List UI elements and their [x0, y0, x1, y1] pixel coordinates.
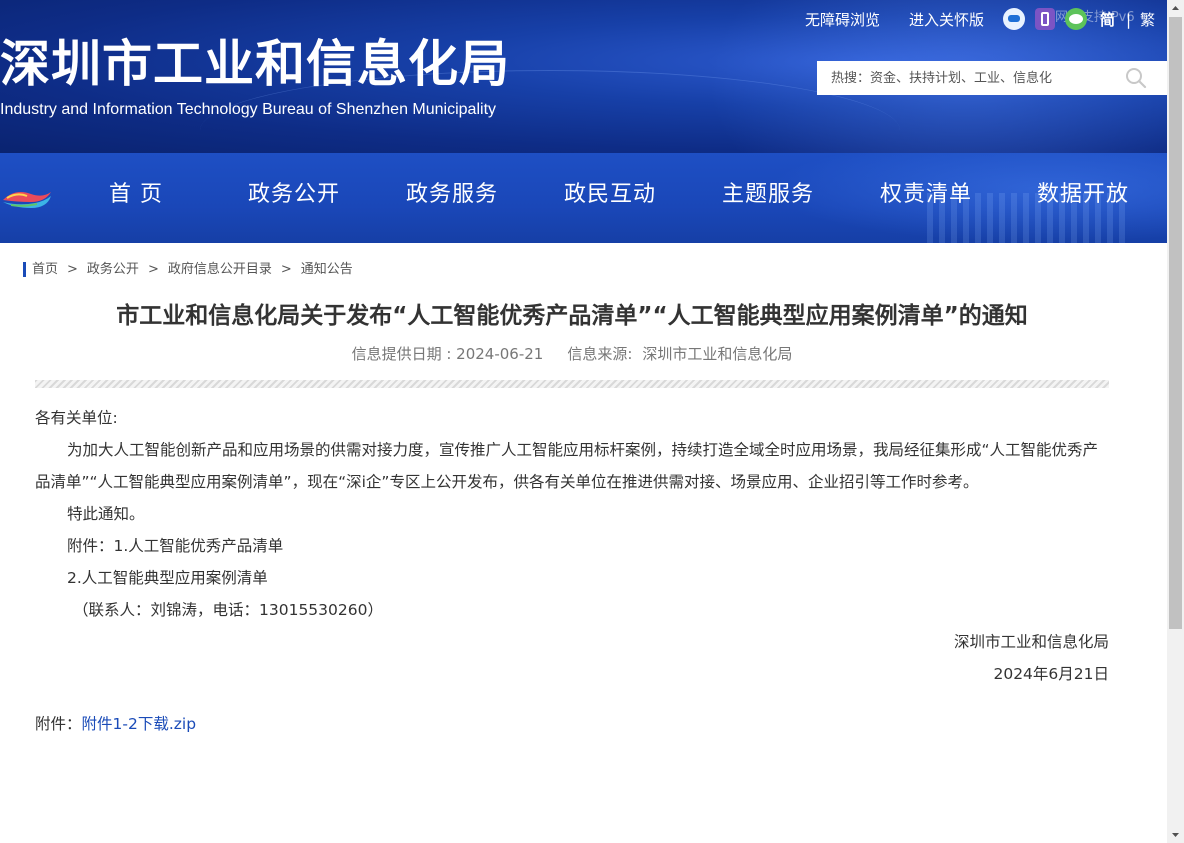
mobile-icon[interactable]	[1035, 8, 1055, 30]
robot-assistant-icon[interactable]	[1003, 8, 1025, 30]
article-meta: 信息提供日期 : 2024-06-21 信息来源: 深圳市工业和信息化局	[0, 344, 1144, 364]
vertical-scrollbar[interactable]	[1167, 0, 1184, 843]
language-separator: |	[1126, 11, 1132, 29]
article-source: 深圳市工业和信息化局	[642, 345, 793, 363]
breadcrumb-marker	[23, 262, 26, 277]
nav-item-home[interactable]: 首 页	[109, 180, 163, 210]
breadcrumb-info-catalog[interactable]: 政府信息公开目录	[168, 262, 272, 277]
attachment-section: 附件：附件1-2下载.zip	[35, 712, 196, 736]
article-body: 各有关单位: 为加大人工智能创新产品和应用场景的供需对接力度，宣传推广人工智能应…	[35, 402, 1109, 690]
shenzhen-logo-icon[interactable]	[1, 186, 53, 210]
wechat-icon[interactable]	[1065, 8, 1087, 30]
breadcrumb-notices[interactable]: 通知公告	[301, 262, 353, 277]
signature-date: 2024年6月21日	[993, 665, 1109, 683]
breadcrumb: 首页 > 政务公开 > 政府信息公开目录 > 通知公告	[32, 260, 353, 280]
breadcrumb-separator: >	[67, 262, 78, 277]
breadcrumb-separator: >	[147, 262, 159, 277]
nav-item-government-services[interactable]: 政务服务	[406, 180, 498, 210]
salutation: 各有关单位:	[35, 409, 118, 427]
signature: 深圳市工业和信息化局	[953, 633, 1109, 651]
attachment-line-1: 附件：1.人工智能优秀产品清单	[67, 537, 284, 555]
breadcrumb-home[interactable]: 首页	[32, 262, 58, 277]
nav-item-power-list[interactable]: 权责清单	[880, 180, 972, 210]
article-title: 市工业和信息化局关于发布“人工智能优秀产品清单”“人工智能典型应用案例清单”的通…	[116, 303, 1028, 329]
body-paragraph: 为加大人工智能创新产品和应用场景的供需对接力度，宣传推广人工智能应用标杆案例，持…	[35, 441, 1099, 491]
breadcrumb-separator: >	[280, 262, 292, 277]
site-subtitle: Industry and Information Technology Bure…	[0, 101, 497, 118]
simplified-chinese-link[interactable]: 简	[1100, 10, 1115, 30]
traditional-chinese-link[interactable]: 繁	[1140, 10, 1155, 30]
attachment-label: 附件：	[35, 715, 82, 733]
scroll-up-arrow-icon[interactable]	[1167, 0, 1184, 17]
contact-line: （联系人：刘锦涛，电话：13015530260）	[73, 601, 383, 619]
attachment-line-2: 2.人工智能典型应用案例清单	[67, 569, 268, 587]
nav-item-government-affairs[interactable]: 政务公开	[248, 180, 340, 210]
search-box	[817, 61, 1167, 95]
search-input[interactable]	[817, 61, 1117, 95]
title-divider	[35, 380, 1109, 388]
article-source-label: 信息来源:	[567, 345, 633, 363]
notice-line: 特此通知。	[67, 505, 145, 523]
accessible-browse-link[interactable]: 无障碍浏览	[805, 10, 880, 30]
nav-item-open-data[interactable]: 数据开放	[1037, 180, 1129, 210]
breadcrumb-government-affairs[interactable]: 政务公开	[87, 262, 139, 277]
scroll-down-arrow-icon[interactable]	[1167, 826, 1184, 843]
nav-item-public-interaction[interactable]: 政民互动	[564, 180, 656, 210]
nav-item-theme-services[interactable]: 主题服务	[722, 180, 814, 210]
scroll-thumb[interactable]	[1169, 17, 1182, 629]
article-date: 信息提供日期 : 2024-06-21	[351, 345, 544, 363]
care-mode-link[interactable]: 进入关怀版	[909, 10, 984, 30]
search-icon[interactable]	[1125, 67, 1147, 89]
page: 深圳市工业和信息化局 Industry and Information Tech…	[0, 0, 1167, 843]
site-title: 深圳市工业和信息化局	[0, 35, 510, 93]
attachment-download-link[interactable]: 附件1-2下载.zip	[82, 715, 197, 733]
